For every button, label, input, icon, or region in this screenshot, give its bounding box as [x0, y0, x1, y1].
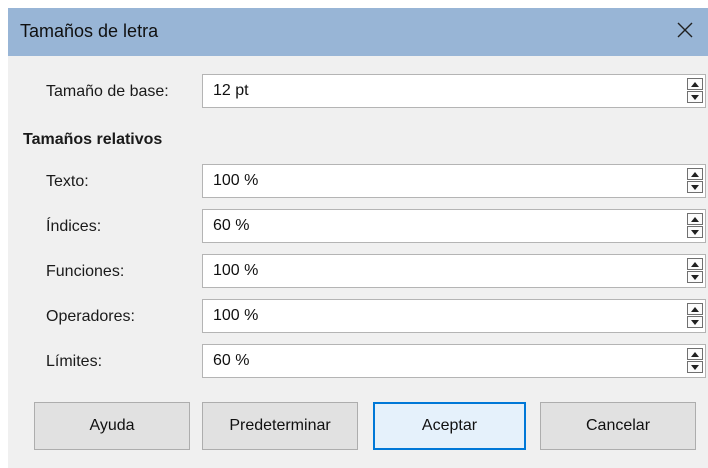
arrow-up-icon [691, 262, 699, 267]
title-bar[interactable]: Tamaños de letra [8, 8, 708, 56]
text-size-field[interactable]: 100 % [202, 164, 706, 198]
spin-down-button[interactable] [687, 316, 703, 328]
indexes-size-spinner[interactable] [687, 213, 703, 239]
limits-size-spinner[interactable] [687, 348, 703, 374]
base-size-value: 12 pt [213, 82, 249, 99]
operators-label: Operadores: [46, 308, 135, 325]
arrow-down-icon [691, 320, 699, 325]
base-size-label: Tamaño de base: [46, 83, 169, 100]
spin-down-button[interactable] [687, 271, 703, 283]
text-size-value: 100 % [213, 172, 259, 189]
indexes-label: Índices: [46, 218, 102, 235]
spin-up-button[interactable] [687, 78, 703, 90]
arrow-down-icon [691, 230, 699, 235]
spin-up-button[interactable] [687, 258, 703, 270]
indexes-size-value: 60 % [213, 217, 250, 234]
limits-size-value: 60 % [213, 352, 250, 369]
base-size-field[interactable]: 12 pt [202, 74, 706, 108]
limits-label: Límites: [46, 353, 103, 370]
default-button[interactable]: Predeterminar [202, 402, 358, 450]
functions-size-spinner[interactable] [687, 258, 703, 284]
spin-down-button[interactable] [687, 226, 703, 238]
text-size-spinner[interactable] [687, 168, 703, 194]
operators-size-field[interactable]: 100 % [202, 299, 706, 333]
text-label: Texto: [46, 173, 89, 190]
spin-down-button[interactable] [687, 91, 703, 103]
arrow-up-icon [691, 307, 699, 312]
cancel-button[interactable]: Cancelar [540, 402, 696, 450]
arrow-up-icon [691, 172, 699, 177]
arrow-up-icon [691, 217, 699, 222]
operators-size-value: 100 % [213, 307, 259, 324]
dialog-title: Tamaños de letra [20, 21, 159, 41]
arrow-down-icon [691, 275, 699, 280]
arrow-down-icon [691, 185, 699, 190]
help-button[interactable]: Ayuda [34, 402, 190, 450]
functions-label: Funciones: [46, 263, 125, 280]
spin-up-button[interactable] [687, 168, 703, 180]
functions-size-field[interactable]: 100 % [202, 254, 706, 288]
arrow-up-icon [691, 352, 699, 357]
arrow-down-icon [691, 365, 699, 370]
ok-button[interactable]: Aceptar [373, 402, 526, 450]
base-size-spinner[interactable] [687, 78, 703, 104]
operators-size-spinner[interactable] [687, 303, 703, 329]
spin-down-button[interactable] [687, 361, 703, 373]
close-icon [677, 22, 693, 38]
close-button[interactable] [660, 8, 708, 56]
arrow-up-icon [691, 82, 699, 87]
indexes-size-field[interactable]: 60 % [202, 209, 706, 243]
spin-up-button[interactable] [687, 303, 703, 315]
arrow-down-icon [691, 95, 699, 100]
font-size-dialog: Tamaños de letra Tamaño de base: 12 pt T… [8, 8, 708, 468]
spin-up-button[interactable] [687, 213, 703, 225]
limits-size-field[interactable]: 60 % [202, 344, 706, 378]
functions-size-value: 100 % [213, 262, 259, 279]
relative-sizes-heading: Tamaños relativos [23, 131, 163, 148]
spin-down-button[interactable] [687, 181, 703, 193]
spin-up-button[interactable] [687, 348, 703, 360]
